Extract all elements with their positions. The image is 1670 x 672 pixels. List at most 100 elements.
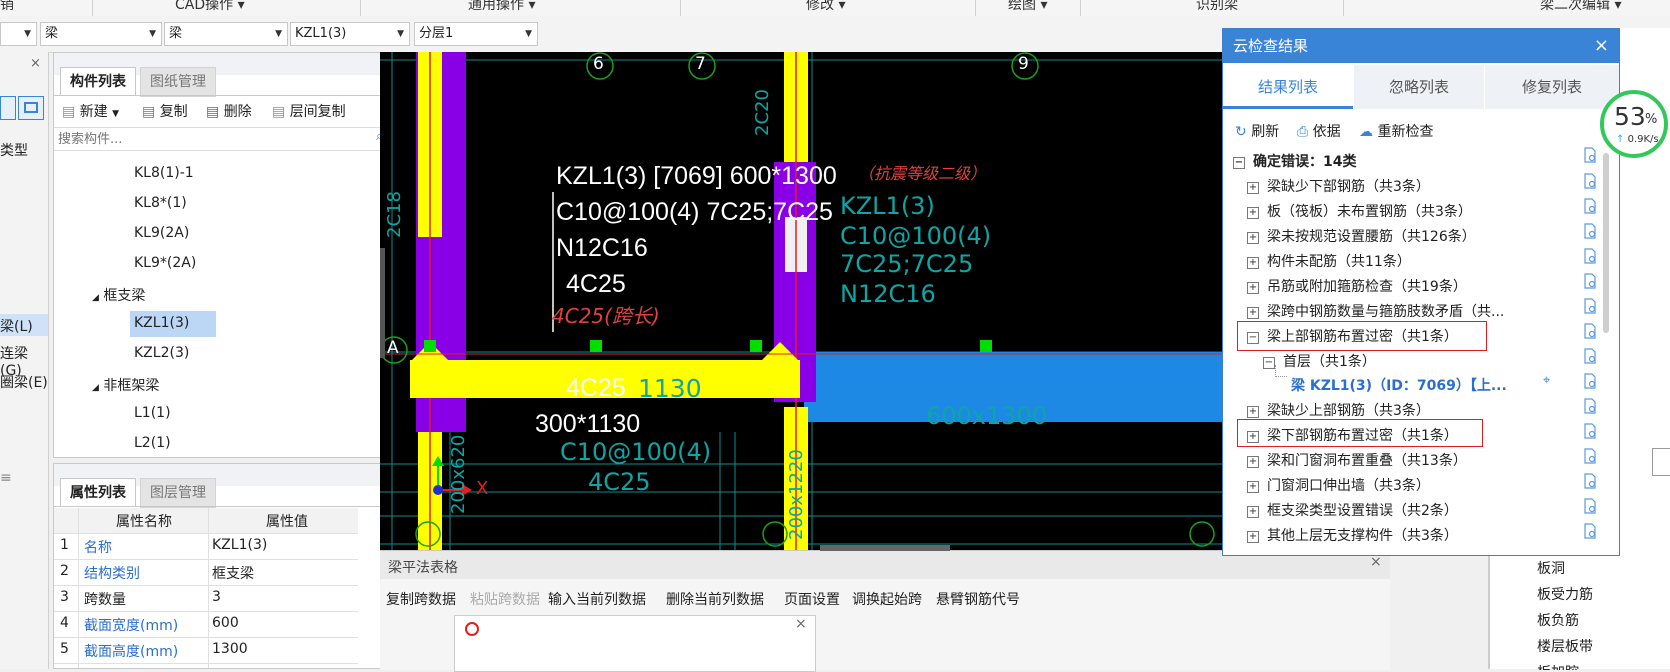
document-icon[interactable] — [1583, 173, 1597, 189]
tree-item-l1[interactable]: L1(1) — [134, 405, 171, 421]
error-subitem-floor[interactable]: − 首层（共1条） — [1263, 351, 1376, 371]
list-item[interactable]: 楼层板带 — [1537, 636, 1593, 656]
menu-cad-ops[interactable]: CAD操作 ▾ — [175, 0, 245, 14]
page-setup-button[interactable]: 页面设置 — [784, 589, 840, 609]
error-item[interactable]: + 吊筋或附加箍筋检查（共19条） — [1247, 276, 1467, 296]
table-row[interactable]: 1 名称 KZL1(3) — [54, 534, 358, 560]
tree-item-selected[interactable]: KZL1(3) — [130, 311, 216, 337]
document-icon[interactable] — [1583, 448, 1597, 464]
tab-drawing-management[interactable]: 图纸管理 — [140, 67, 216, 97]
tree-item[interactable]: KL9*(2A) — [134, 255, 196, 271]
expand-icon[interactable]: + — [1247, 456, 1259, 468]
recheck-button[interactable]: ☁ 重新检查 — [1359, 121, 1433, 141]
tree-item-kzl2[interactable]: KZL2(3) — [134, 345, 189, 361]
close-icon[interactable]: × — [795, 616, 807, 632]
error-beam-link[interactable]: 梁 KZL1(3)（ID：7069）【上... — [1291, 375, 1507, 395]
grid-view-icon[interactable] — [18, 96, 44, 120]
document-icon[interactable] — [1583, 248, 1597, 264]
document-icon[interactable] — [1583, 298, 1597, 314]
document-icon[interactable] — [1583, 423, 1597, 439]
document-icon[interactable] — [1583, 398, 1597, 414]
collapse-icon[interactable]: − — [1233, 157, 1245, 169]
list-item[interactable]: 板负筋 — [1537, 610, 1579, 630]
layer-select[interactable]: 分层1 ▼ — [414, 22, 538, 46]
tab-property-list[interactable]: 属性列表 — [60, 478, 136, 507]
document-icon[interactable] — [1583, 147, 1597, 163]
error-group-confirmed[interactable]: − 确定错误：14类 — [1233, 151, 1356, 171]
error-item[interactable]: + 门窗洞口伸出墙（共3条） — [1247, 475, 1430, 495]
copy-span-button[interactable]: 复制跨数据 — [386, 589, 456, 609]
menu-item-partial[interactable]: 销 — [0, 0, 14, 14]
expand-icon[interactable]: + — [1247, 257, 1259, 269]
swap-start-span-button[interactable]: 调换起始跨 — [852, 589, 922, 609]
search-input[interactable] — [56, 129, 360, 149]
expand-icon[interactable]: + — [1247, 207, 1259, 219]
table-row[interactable]: 4 截面宽度(mm) 600 — [54, 612, 358, 638]
nav-item-ring-beam[interactable]: 圈梁(E) — [0, 372, 48, 392]
table-row[interactable]: 5 截面高度(mm) 1300 — [54, 638, 358, 664]
error-item[interactable]: + 板（筏板）未布置钢筋（共3条） — [1247, 201, 1472, 221]
input-column-button[interactable]: 输入当前列数据 — [548, 589, 646, 609]
scrollbar-thumb[interactable] — [1603, 153, 1609, 333]
delete-column-button[interactable]: 删除当前列数据 — [666, 589, 764, 609]
tree-group-non-frame-beam[interactable]: ◢ 非框架梁 — [92, 375, 159, 395]
error-item[interactable]: + 梁和门窗洞布置重叠（共13条） — [1247, 450, 1467, 470]
delete-button[interactable]: ▤ 删除 — [206, 101, 252, 121]
list-item[interactable]: 板洞 — [1537, 558, 1565, 578]
category-select[interactable]: 梁 ▼ — [40, 22, 162, 46]
error-item[interactable]: + 梁缺少上部钢筋（共3条） — [1247, 400, 1430, 420]
search-box[interactable]: ⌕ — [54, 127, 396, 151]
splitter-handle[interactable] — [820, 545, 950, 551]
tree-item-l2[interactable]: L2(1) — [134, 435, 171, 451]
menu-beam-edit[interactable]: 梁二次编辑 ▾ — [1540, 0, 1621, 14]
cantilever-code-button[interactable]: 悬臂钢筋代号 — [936, 589, 1020, 609]
tab-ignore-list[interactable]: 忽略列表 — [1354, 65, 1484, 109]
list-item[interactable]: 板受力筋 — [1537, 584, 1593, 604]
list-view-icon[interactable] — [0, 96, 16, 120]
paste-span-button[interactable]: 粘贴跨数据 — [470, 589, 540, 609]
error-item-top-dense[interactable]: − 梁上部钢筋布置过密（共1条） — [1247, 326, 1458, 346]
tab-fix-list[interactable]: 修复列表 — [1485, 65, 1619, 109]
expand-icon[interactable]: + — [1247, 182, 1259, 194]
document-icon[interactable] — [1583, 223, 1597, 239]
collapse-icon[interactable]: − — [1247, 332, 1259, 344]
document-icon[interactable] — [1583, 473, 1597, 489]
table-row[interactable]: 3 跨数量 3 — [54, 586, 358, 612]
locate-icon[interactable]: ⌖ — [1543, 373, 1550, 388]
table-row[interactable]: 2 结构类别 框支梁 — [54, 560, 358, 586]
floor-copy-button[interactable]: ▤ 层间复制 — [272, 101, 346, 121]
close-icon[interactable]: × — [30, 56, 41, 71]
nav-item-beam-selected[interactable]: 梁(L) — [0, 314, 48, 336]
expand-icon[interactable]: + — [1247, 506, 1259, 518]
document-icon[interactable] — [1583, 498, 1597, 514]
document-icon[interactable] — [1583, 523, 1597, 539]
tab-result-list[interactable]: 结果列表 — [1223, 65, 1353, 109]
copy-button[interactable]: ▤ 复制 — [142, 101, 188, 121]
error-item[interactable]: + 其他上层无支撑构件（共3条） — [1247, 525, 1458, 545]
component-select[interactable]: KZL1(3) ▼ — [290, 22, 410, 46]
error-item[interactable]: + 框支梁类型设置错误（共2条） — [1247, 500, 1458, 520]
error-item[interactable]: + 构件未配筋（共11条） — [1247, 251, 1411, 271]
error-item[interactable]: + 梁未按规范设置腰筋（共126条） — [1247, 226, 1476, 246]
expand-icon[interactable]: + — [1247, 531, 1259, 543]
tab-layer-management[interactable]: 图层管理 — [140, 478, 216, 508]
document-icon[interactable] — [1583, 323, 1597, 339]
expand-icon[interactable]: + — [1247, 282, 1259, 294]
expand-icon[interactable]: + — [1247, 481, 1259, 493]
document-icon[interactable] — [1583, 348, 1597, 364]
error-item[interactable]: + 梁跨中钢筋数量与箍筋肢数矛盾（共... — [1247, 301, 1504, 321]
tree-item[interactable]: KL8*(1) — [134, 195, 187, 211]
close-icon[interactable]: × — [1594, 29, 1609, 63]
menu-draw[interactable]: 绘图 ▾ — [1008, 0, 1047, 14]
type-select[interactable]: 梁 ▼ — [164, 22, 288, 46]
network-speed-widget[interactable]: 53 % ↑ 0.9K/s — [1600, 90, 1670, 166]
document-icon[interactable] — [1583, 373, 1597, 389]
error-item-bottom-dense[interactable]: + 梁下部钢筋布置过密（共1条） — [1247, 425, 1458, 445]
document-icon[interactable] — [1583, 273, 1597, 289]
expand-icon[interactable]: + — [1247, 406, 1259, 418]
new-button[interactable]: ▤ 新建 ▼ — [62, 101, 119, 121]
tree-group-frame-support-beam[interactable]: ◢ 框支梁 — [92, 285, 145, 305]
menu-common-ops[interactable]: 通用操作 ▾ — [468, 0, 535, 14]
menu-modify[interactable]: 修改 ▾ — [806, 0, 845, 14]
expand-icon[interactable]: + — [1247, 307, 1259, 319]
